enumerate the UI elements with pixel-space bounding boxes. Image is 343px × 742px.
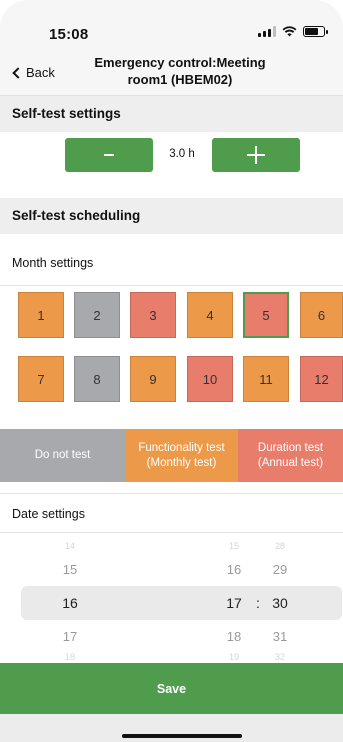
status-time: 15:08 [49,26,89,43]
save-button[interactable]: Save [0,663,343,714]
test-duration-value: 3.0 h [169,148,195,160]
picker-minute-item: 28 [274,541,285,551]
picker-minute-item[interactable]: 31 [260,629,300,644]
picker-minute-selected[interactable]: 30 [260,595,300,611]
month-2[interactable]: 2 [74,292,120,338]
self-test-settings-header: Self-test settings [0,96,343,132]
back-label: Back [26,65,55,80]
month-3[interactable]: 3 [130,292,176,338]
month-11[interactable]: 11 [243,356,289,402]
home-indicator-area [0,714,343,742]
minus-icon [104,153,114,157]
month-6[interactable]: 6 [300,292,343,338]
page-title: Emergency control:Meeting room1 (HBEM02) [80,54,280,88]
picker-minute-item[interactable]: 29 [260,562,300,577]
month-7[interactable]: 7 [18,356,64,402]
picker-hour-item: 19 [228,652,239,660]
legend-duration-test[interactable]: Duration test (Annual test) [238,429,343,482]
back-button[interactable]: Back [10,65,55,80]
picker-day-item[interactable]: 17 [50,629,90,644]
picker-hour-item[interactable]: 18 [214,629,254,644]
month-10[interactable]: 10 [187,356,233,402]
navigation-bar: Back Emergency control:Meeting room1 (HB… [0,48,343,96]
month-9[interactable]: 9 [130,356,176,402]
picker-hour-item: 15 [228,541,239,551]
month-8[interactable]: 8 [74,356,120,402]
wifi-icon [282,26,297,37]
decrease-button[interactable] [65,138,153,172]
picker-minute-item: 32 [274,652,285,660]
picker-hour-item[interactable]: 16 [214,562,254,577]
self-test-scheduling-header: Self-test scheduling [0,198,343,234]
month-4[interactable]: 4 [187,292,233,338]
month-12[interactable]: 12 [300,356,343,402]
picker-day-item[interactable]: 15 [50,562,90,577]
cellular-signal-icon [258,26,276,37]
increase-button[interactable] [212,138,300,172]
battery-icon [303,26,328,37]
status-bar: 15:08 [0,0,343,48]
page-title-line2: room1 (HBEM02) [127,72,233,87]
date-settings-label: Date settings [0,493,343,533]
month-settings-label: Month settings [0,243,343,286]
picker-day-item: 14 [64,541,75,551]
date-time-picker[interactable]: 14 15 16 17 18 15 16 17 18 19 : 28 29 30… [0,535,343,660]
chevron-left-icon [12,66,24,79]
legend-do-not-test[interactable]: Do not test [0,429,125,482]
picker-day-selected[interactable]: 16 [50,595,90,611]
month-5[interactable]: 5 [243,292,289,338]
home-indicator[interactable] [122,734,242,738]
month-1[interactable]: 1 [18,292,64,338]
test-type-legend: Do not test Functionality test (Monthly … [0,429,343,482]
status-icons [258,26,328,37]
page-title-line1: Emergency control:Meeting [94,55,266,70]
picker-day-item: 18 [64,652,75,660]
legend-functionality-test[interactable]: Functionality test (Monthly test) [125,429,238,482]
picker-hour-selected[interactable]: 17 [214,595,254,611]
